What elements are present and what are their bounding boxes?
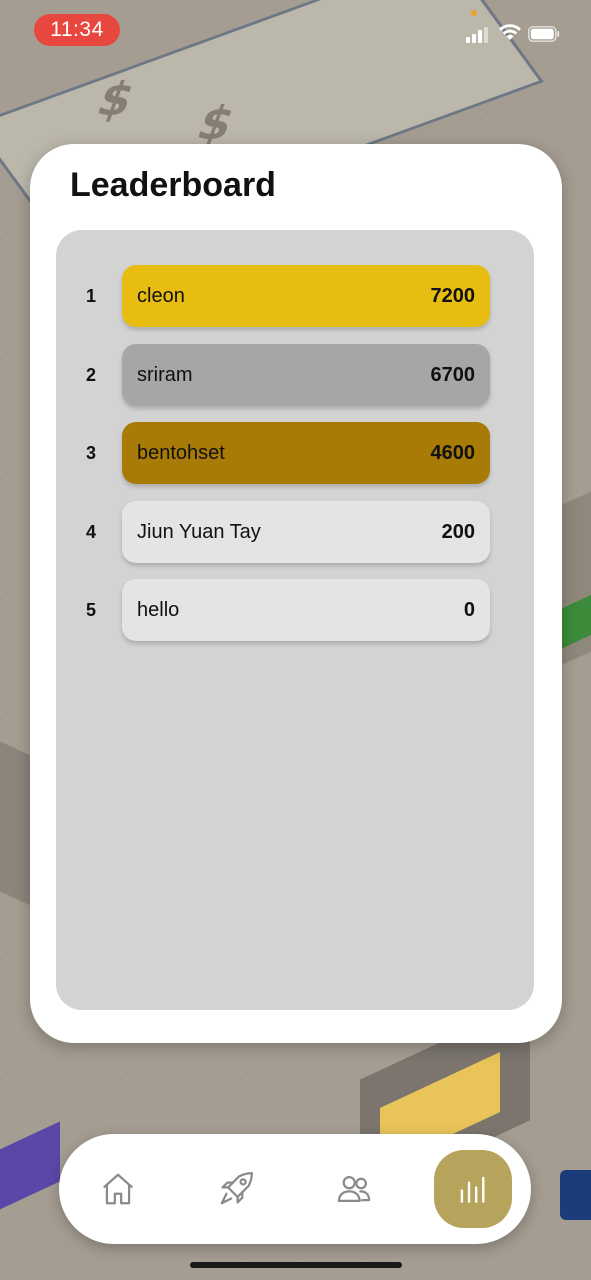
cellular-signal-icon [466,25,490,43]
users-icon [337,1176,371,1202]
bar-chart-icon [460,1176,485,1203]
player-score: 200 [441,520,475,543]
wifi-icon [499,24,521,40]
rank-number: 5 [85,599,96,620]
rank-number: 1 [85,285,96,306]
blue-object [560,1170,591,1220]
player-pill[interactable]: Jiun Yuan Tay 200 [122,501,490,563]
rank-number: 4 [85,521,96,542]
player-score: 7200 [430,284,476,307]
player-score: 6700 [430,363,476,386]
player-name: Jiun Yuan Tay [137,520,261,543]
player-pill[interactable]: sriram 6700 [122,344,490,406]
leaderboard-row: 2 sriram 6700 [56,344,534,406]
home-icon [103,1173,133,1205]
leaderboard-row: 4 Jiun Yuan Tay 200 [56,501,534,563]
privacy-indicator-dot [471,10,477,16]
tab-leaderboard[interactable] [434,1150,512,1228]
tab-friends[interactable] [317,1152,391,1226]
player-score: 0 [463,598,475,621]
leaderboard-row: 3 bentohset 4600 [56,422,534,484]
tab-home[interactable] [81,1152,155,1226]
leaderboard-card: Leaderboard 1 cleon 7200 2 sriram 6700 3… [30,144,562,1043]
player-name: hello [137,598,180,621]
rocket-icon [220,1172,253,1205]
page-title: Leaderboard [70,166,276,204]
player-name: cleon [137,284,185,307]
status-bar: 11:34 [0,0,591,60]
player-name: sriram [137,363,193,386]
purple-object [0,1121,60,1219]
status-time: 11:34 [34,14,120,46]
home-indicator[interactable] [190,1262,402,1268]
player-pill[interactable]: cleon 7200 [122,265,490,327]
rank-number: 2 [85,364,96,385]
rank-number: 3 [85,442,96,463]
leaderboard-row: 5 hello 0 [56,579,534,641]
leaderboard-row: 1 cleon 7200 [56,265,534,327]
leaderboard-list: 1 cleon 7200 2 sriram 6700 3 bentohset 4… [56,230,534,1010]
tab-rocket[interactable] [199,1152,273,1226]
bottom-tab-bar [59,1134,531,1244]
battery-icon [528,26,560,42]
player-pill[interactable]: bentohset 4600 [122,422,490,484]
player-pill[interactable]: hello 0 [122,579,490,641]
player-name: bentohset [137,441,225,464]
player-score: 4600 [430,441,476,464]
